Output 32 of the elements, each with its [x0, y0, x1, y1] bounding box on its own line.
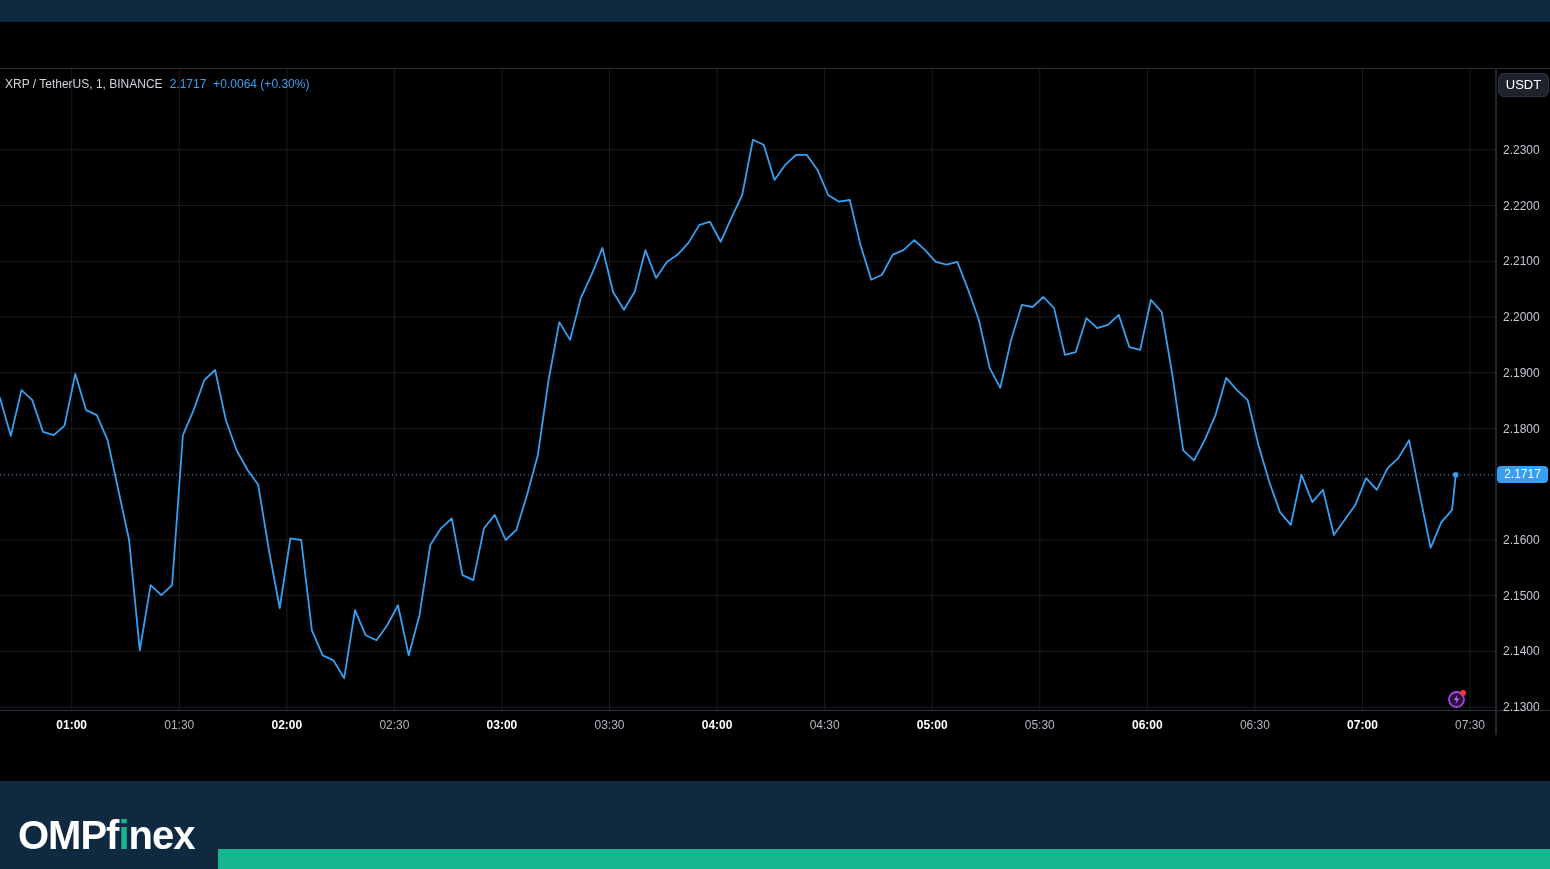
time-axis-label: 04:30 — [808, 717, 841, 733]
price-axis-label: 2.1600 — [1503, 532, 1540, 548]
time-axis-label: 05:30 — [1023, 717, 1056, 733]
point-marker-icon — [1452, 472, 1459, 478]
time-axis-label: 06:00 — [1131, 717, 1164, 733]
time-axis-label: 05:00 — [915, 717, 949, 733]
price-axis-label: 2.2300 — [1503, 141, 1540, 158]
price-axis-label: 2.1300 — [1503, 699, 1540, 716]
time-axis-label: 07:30 — [1454, 717, 1487, 733]
time-axis-label: 04:00 — [700, 717, 734, 733]
time-axis-label: 02:00 — [270, 717, 304, 733]
price-axis-label: 2.2200 — [1503, 197, 1540, 214]
time-axis-label: 01:00 — [55, 717, 89, 733]
time-axis-label: 07:00 — [1346, 717, 1379, 733]
price-axis-label: 2.1900 — [1503, 364, 1540, 381]
price-axis-label: 2.1800 — [1503, 420, 1540, 437]
price-axis-label: 2.2100 — [1503, 253, 1540, 270]
lightning-icon — [1447, 689, 1467, 709]
brand-logo: OMPfinex — [18, 815, 195, 855]
time-axis-label: 03:00 — [485, 717, 519, 733]
last-price-text: 2.1717 — [169, 76, 207, 92]
price-axis-label: 2.1500 — [1503, 587, 1540, 604]
time-axis-label: 03:30 — [593, 717, 626, 733]
time-axis-label: 02:30 — [378, 717, 411, 733]
price-axis-label: 2.1400 — [1503, 643, 1540, 660]
symbol-label: XRP / TetherUS, 1, BINANCE — [5, 76, 163, 92]
price-change-text: +0.0064 (+0.30%) — [213, 76, 310, 92]
current-price-label: 2.1717 — [1497, 466, 1548, 484]
time-axis-label: 01:30 — [163, 717, 196, 733]
time-axis-label: 06:30 — [1238, 717, 1271, 733]
price-axis-label: 2.2000 — [1503, 309, 1540, 326]
currency-button[interactable]: USDT — [1498, 73, 1549, 97]
